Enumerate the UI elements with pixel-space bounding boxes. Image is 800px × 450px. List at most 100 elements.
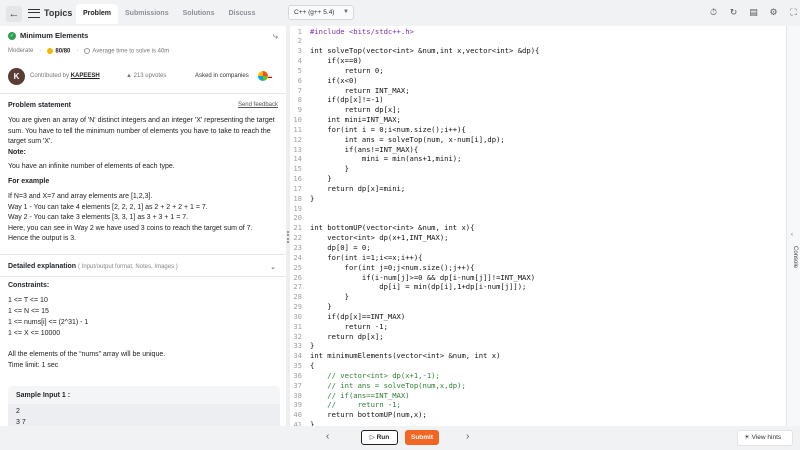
code-line[interactable]: 32 return dp[x]; [290, 332, 786, 342]
document-icon[interactable]: ▤ [748, 7, 759, 18]
arrow-left-icon[interactable]: ← [6, 6, 22, 22]
tab-discuss[interactable]: Discuss [221, 4, 262, 24]
author-link[interactable]: KAPEESH [71, 73, 100, 79]
code-line[interactable]: 14 mini = min(ans+1,mini); [290, 154, 786, 164]
code-line[interactable]: 21 int bottomUP(vector<int> &num, int x){ [290, 223, 786, 233]
code-line[interactable]: 36 // vector<int> dp(x+1,-1); [290, 371, 786, 381]
code-line[interactable]: 33} [290, 341, 786, 351]
upvote-icon: ▲ [126, 73, 132, 79]
code-line[interactable]: 4 if(x==0) [290, 56, 786, 66]
code-line[interactable]: 20 [290, 213, 786, 223]
console-toggle[interactable]: ‹ Console [786, 26, 800, 426]
code-line[interactable]: 26 if(i-num[j]>=0 && dp[i-num[j]]!=INT_M… [290, 273, 786, 283]
line-number: 39 [293, 400, 302, 410]
code-line[interactable]: 7 return INT_MAX; [290, 86, 786, 96]
problem-tabs: Problem Submissions Solutions Discuss [76, 4, 262, 24]
score-value: 80/80 [47, 48, 70, 55]
code-line[interactable]: 11 for(int i = 0;i<num.size();i++){ [290, 125, 786, 135]
next-problem-icon[interactable]: › [466, 431, 469, 442]
upvotes[interactable]: ▲ 213 upvotes [126, 73, 166, 79]
code-text: for(int i=1;i<=x;i++){ [310, 252, 423, 262]
code-text: dp[0] = 0; [310, 242, 371, 252]
tab-submissions[interactable]: Submissions [118, 4, 176, 24]
constraint-line: 1 <= T <= 10 [8, 297, 48, 304]
view-hints-button[interactable]: ☀ View hints [737, 430, 793, 446]
code-line[interactable]: 40 return bottomUP(num,x); [290, 410, 786, 420]
code-line[interactable]: 12 int ans = solveTop(num, x-num[i],dp); [290, 135, 786, 145]
code-line[interactable]: 24 for(int i=1;i<=x;i++){ [290, 253, 786, 263]
detailed-explanation-toggle[interactable]: Detailed explanation ( Input/output form… [8, 263, 178, 270]
code-line[interactable]: 18} [290, 194, 786, 204]
play-icon: ▷ [369, 434, 375, 441]
code-text: vector<int> dp(x+1,INT_MAX); [310, 233, 449, 243]
code-line[interactable]: 28 } [290, 292, 786, 302]
code-line[interactable]: 9 return dp[x]; [290, 105, 786, 115]
language-select[interactable]: C++ (g++ 5.4) ▼ [288, 5, 354, 20]
company-logo-icon[interactable] [258, 71, 268, 81]
chevron-down-icon[interactable]: ⌄ [270, 263, 276, 271]
code-line[interactable]: 3 int solveTop(vector<int> &num,int x,vec… [290, 46, 786, 56]
code-line[interactable]: 19 [290, 204, 786, 214]
line-number: 10 [293, 115, 302, 125]
code-line[interactable]: 34 int minimumElements(vector<int> &num, … [290, 351, 786, 361]
line-number: 4 [297, 56, 302, 66]
code-editor[interactable]: 1 #include <bits/stdc++.h> 2 3 int solveTop(… [290, 26, 786, 426]
send-feedback-link[interactable]: Send feedback [238, 102, 278, 108]
line-number: 28 [293, 292, 302, 302]
code-line[interactable]: 15 } [290, 164, 786, 174]
code-line[interactable]: 37 // int ans = solveTop(num,x,dp); [290, 381, 786, 391]
settings-icon[interactable]: ⚙ [768, 7, 779, 18]
line-number: 1 [297, 26, 302, 36]
code-text: return dp[x]; [310, 105, 401, 115]
line-number: 20 [293, 213, 302, 223]
avatar: K [8, 68, 25, 85]
example-line: Way 1 - You can take 4 elements [2, 2, 2… [8, 203, 208, 211]
tab-problem[interactable]: Problem [76, 4, 119, 24]
share-icon[interactable]: ⤷ [273, 31, 278, 42]
timer-icon[interactable]: ⏱ [708, 7, 719, 18]
code-line[interactable]: 27 dp[i] = min(dp[i],1+dp[i-num[j]]); [290, 282, 786, 292]
code-text: int bottomUP(vector<int> &num, int x){ [310, 223, 475, 233]
fullscreen-icon[interactable]: ⛶ [788, 7, 799, 18]
drag-handle-icon[interactable] [287, 231, 289, 243]
code-line[interactable]: 35 { [290, 361, 786, 371]
code-line[interactable]: 5 return 0; [290, 66, 786, 76]
code-line[interactable]: 29 } [290, 302, 786, 312]
code-line[interactable]: 38 // if(ans==INT_MAX) [290, 391, 786, 401]
code-line[interactable]: 31 return -1; [290, 322, 786, 332]
sample-line: 2 [16, 408, 20, 415]
topics-button[interactable]: Topics [28, 8, 72, 18]
refresh-icon[interactable]: ↻ [728, 7, 739, 18]
line-number: 32 [293, 331, 302, 341]
code-text: // vector<int> dp(x+1,-1); [310, 370, 440, 380]
code-line[interactable]: 39 // return -1; [290, 400, 786, 410]
code-line[interactable]: 25 for(int j=0;j<num.size();j++){ [290, 263, 786, 273]
line-number: 36 [293, 370, 302, 380]
code-text: return dp[x]; [310, 331, 384, 341]
code-line[interactable]: 2 [290, 36, 786, 46]
code-line[interactable]: 13 if(ans!=INT_MAX){ [290, 145, 786, 155]
code-line[interactable]: 8 if(dp[x]!=-1) [290, 95, 786, 105]
code-line[interactable]: 1 #include <bits/stdc++.h> [290, 27, 786, 37]
code-line[interactable]: 22 vector<int> dp(x+1,INT_MAX); [290, 233, 786, 243]
line-number: 25 [293, 262, 302, 272]
code-line[interactable]: 16 } [290, 174, 786, 184]
line-number: 14 [293, 154, 302, 164]
code-line[interactable]: 17 return dp[x]=mini; [290, 184, 786, 194]
code-line[interactable]: 6 if(x<0) [290, 76, 786, 86]
code-text: // if(ans==INT_MAX) [310, 390, 410, 400]
code-line[interactable]: 10 int mini=INT_MAX; [290, 115, 786, 125]
line-number: 11 [293, 124, 302, 134]
run-button[interactable]: ▷ Run [361, 430, 398, 445]
tab-solutions[interactable]: Solutions [176, 4, 222, 24]
prev-problem-icon[interactable]: ‹ [326, 431, 329, 442]
submit-button[interactable]: Submit [405, 430, 439, 445]
top-bar: ← Topics Problem Submissions Solutions D… [0, 0, 800, 28]
sample-input-box: Sample Input 1 : 2 3 7 [8, 386, 280, 426]
code-line[interactable]: 23 dp[0] = 0; [290, 243, 786, 253]
code-line[interactable]: 30 if(dp[x]==INT_MAX) [290, 312, 786, 322]
menu-icon [28, 8, 40, 18]
avg-time: Average time to solve is 40m [84, 48, 169, 55]
problem-panel: ✓ Minimum Elements ⤷ Moderate · 80/80 · … [0, 26, 286, 426]
example-line: If N=3 and X=7 and array elements are [1… [8, 193, 153, 200]
